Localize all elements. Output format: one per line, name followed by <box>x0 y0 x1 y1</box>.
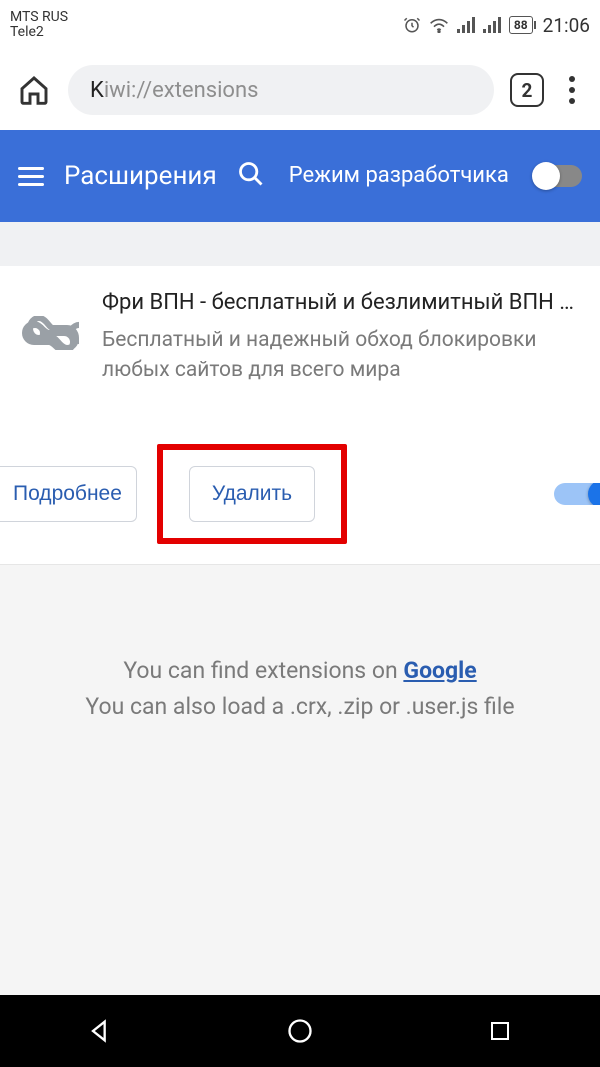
google-link[interactable]: Google <box>403 657 476 684</box>
tab-switcher-button[interactable]: 2 <box>510 73 544 107</box>
carrier-1: MTS RUS <box>10 10 68 25</box>
extension-description: Бесплатный и надежный обход блокировки л… <box>102 325 582 386</box>
android-nav-bar <box>0 995 600 1067</box>
status-icons: 88 21:06 <box>403 14 590 37</box>
search-button[interactable] <box>237 160 265 192</box>
empty-area <box>0 724 600 995</box>
signal-2-icon <box>483 17 501 33</box>
battery-icon: 88 <box>509 16 533 34</box>
home-button[interactable] <box>16 72 52 108</box>
footer-line-2: You can also load a .crx, .zip or .user.… <box>44 689 556 725</box>
recents-button[interactable] <box>440 1019 560 1043</box>
extensions-header: Расширения Режим разработчика <box>0 130 600 222</box>
back-button[interactable] <box>40 1017 160 1045</box>
wifi-icon <box>429 17 449 33</box>
menu-icon[interactable] <box>18 167 44 186</box>
extension-toggle[interactable] <box>554 483 600 505</box>
signal-1-icon <box>457 17 475 33</box>
footer-hint: You can find extensions on Google You ca… <box>0 565 600 724</box>
extension-card: Фри ВПН - бесплатный и безлимитный ВПН …… <box>0 266 600 565</box>
alarm-icon <box>403 16 421 34</box>
infinity-icon <box>18 302 80 364</box>
dev-mode-label: Режим разработчика <box>289 163 514 189</box>
dev-mode-toggle[interactable] <box>534 165 582 187</box>
carrier-2: Tele2 <box>10 25 68 40</box>
delete-button[interactable]: Удалить <box>189 466 315 522</box>
url-bar[interactable]: Kiwi://extensions <box>68 65 494 115</box>
browser-toolbar: Kiwi://extensions 2 <box>0 50 600 130</box>
highlight-annotation: Удалить <box>157 444 347 544</box>
status-bar: MTS RUS Tele2 88 21:06 <box>0 0 600 50</box>
page-title: Расширения <box>64 161 217 191</box>
extension-title: Фри ВПН - бесплатный и безлимитный ВПН … <box>102 290 582 315</box>
clock-time: 21:06 <box>543 14 590 37</box>
details-button[interactable]: Подробнее <box>0 466 137 522</box>
url-text: Kiwi://extensions <box>90 78 258 103</box>
divider <box>0 222 600 266</box>
carrier-info: MTS RUS Tele2 <box>10 10 68 41</box>
footer-line-1: You can find extensions on <box>123 657 403 684</box>
home-nav-button[interactable] <box>240 1017 360 1045</box>
browser-menu-button[interactable] <box>560 76 584 104</box>
